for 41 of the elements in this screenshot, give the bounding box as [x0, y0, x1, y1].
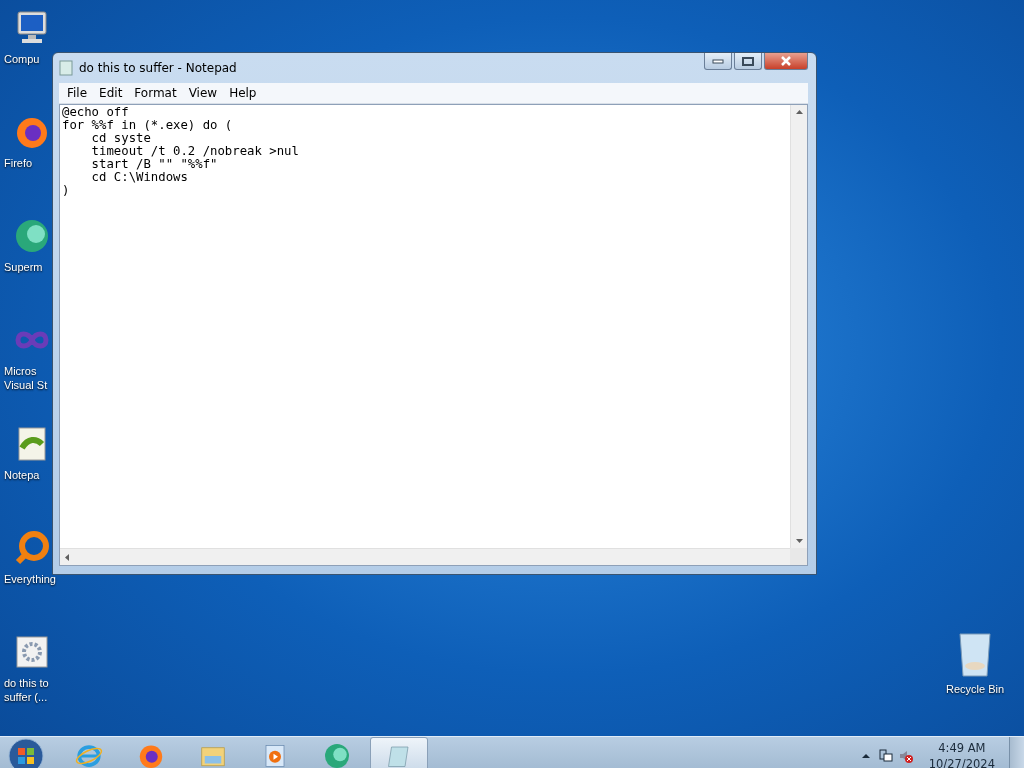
code-line: @echo off	[62, 106, 130, 119]
desktop-icon-label[interactable]: Everything	[4, 572, 56, 586]
horizontal-scrollbar[interactable]	[60, 548, 790, 565]
close-button[interactable]	[764, 53, 808, 70]
minimize-icon	[712, 58, 724, 64]
swirl-icon	[322, 741, 352, 768]
window-title: do this to suffer - Notepad	[79, 61, 238, 75]
desktop-icon-label[interactable]: Notepa	[4, 468, 40, 482]
desktop-icon-label[interactable]: Recycle Bin	[945, 682, 1005, 696]
scroll-down-arrow-icon[interactable]	[794, 536, 804, 545]
scroll-up-arrow-icon[interactable]	[794, 108, 804, 117]
desktop-icon-label[interactable]: Compu	[4, 52, 40, 66]
code-line: for %%f in (*.exe) do (	[62, 119, 234, 132]
network-icon[interactable]	[878, 749, 893, 763]
code-line: cd C:\Windows	[90, 171, 189, 184]
desktop-icon-label[interactable]: Firefo	[4, 156, 33, 170]
code-line: start /B "" "%%f"	[90, 158, 219, 171]
code-line: cd syste	[90, 132, 152, 145]
maximize-icon	[742, 56, 754, 66]
menu-item[interactable]: File	[61, 86, 94, 100]
start-button[interactable]	[6, 737, 46, 768]
taskbar-button[interactable]	[370, 737, 428, 768]
desktop-icon-label[interactable]: Superm	[4, 260, 43, 274]
menu-item[interactable]: Help	[223, 86, 263, 100]
code-line: )	[62, 184, 71, 197]
minimize-button[interactable]	[704, 53, 732, 70]
clock-time: 4:49 AM	[938, 740, 986, 756]
menu-item[interactable]: Format	[128, 86, 183, 100]
recycle-bin-icon[interactable]	[956, 630, 994, 678]
menu-item[interactable]: View	[182, 86, 224, 100]
volume-muted-icon[interactable]	[898, 749, 913, 763]
desktop-icon-label[interactable]: do this to suffer (...	[4, 676, 51, 704]
close-icon	[780, 56, 792, 66]
maximize-button[interactable]	[734, 53, 762, 70]
scroll-left-arrow-icon[interactable]	[63, 552, 72, 562]
desktop-icon-label[interactable]: Micros Visual St	[4, 364, 51, 392]
notepad-icon	[59, 60, 73, 76]
menu-item[interactable]: Edit	[93, 86, 129, 100]
vertical-scrollbar[interactable]	[790, 105, 807, 548]
scrollbar-corner	[790, 548, 807, 565]
code-line: timeout /t 0.2 /nobreak >nul	[90, 145, 300, 158]
